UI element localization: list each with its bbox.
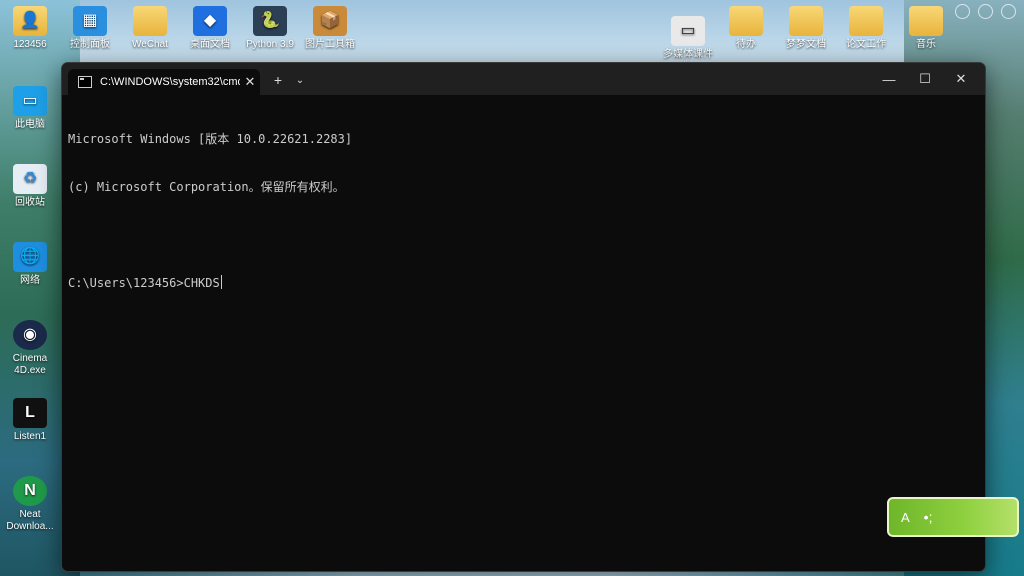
console-prompt-text: C:\Users\123456>CHKDS: [68, 276, 220, 290]
tab-title: C:\WINDOWS\system32\cmd: [100, 76, 240, 88]
desktop-icon-this-pc[interactable]: ▭ 此电脑: [2, 86, 58, 131]
new-tab-button[interactable]: +: [268, 69, 288, 91]
desktop-icon-control-panel[interactable]: ▦ 控制面板: [62, 6, 118, 51]
desktop-icon-label: Python 3.9: [246, 39, 294, 50]
tray-circle-icon[interactable]: [978, 4, 993, 19]
control-panel-icon: ▦: [73, 6, 107, 36]
desktop-icon-recycle-bin[interactable]: ♻ 回收站: [2, 164, 58, 209]
desktop-icon-label: WeChat: [132, 39, 168, 50]
desktop-icon-python[interactable]: 🐍 Python 3.9: [242, 6, 298, 51]
desktop-icon-dream-docs[interactable]: 梦梦文档: [778, 6, 834, 51]
desktop-icon-wechat[interactable]: WeChat: [122, 6, 178, 51]
desktop-icon-label: 图片工具箱: [305, 39, 355, 50]
tray-circle-icon[interactable]: [1001, 4, 1016, 19]
desktop-icon-user-folder[interactable]: 👤 123456: [2, 6, 58, 51]
desktop-icon-thesis[interactable]: 论文工作: [838, 6, 894, 51]
user-folder-icon: 👤: [13, 6, 47, 36]
title-bar[interactable]: C:\WINDOWS\system32\cmd ✕ + ⌄ — ☐ ✕: [62, 63, 985, 95]
desktop-icon-music[interactable]: 音乐: [898, 6, 954, 51]
neat-download-icon: N: [13, 476, 47, 506]
tray-icons: [955, 4, 1016, 19]
console-line: (c) Microsoft Corporation。保留所有权利。: [68, 180, 345, 194]
desktop-icon-neat-download[interactable]: N Neat Downloa...: [2, 476, 58, 533]
desktop-icon-listen1[interactable]: L Listen1: [2, 398, 58, 443]
recycle-bin-icon: ♻: [13, 164, 47, 194]
desktop-icon-label: 待办: [736, 39, 756, 50]
folder-icon: [909, 6, 943, 36]
close-button[interactable]: ✕: [943, 63, 979, 95]
desktop-icon-label: Cinema 4D.exe: [12, 353, 48, 376]
desktop-icon-label: 回收站: [15, 197, 45, 208]
text-cursor: [220, 275, 222, 289]
cmd-window[interactable]: C:\WINDOWS\system32\cmd ✕ + ⌄ — ☐ ✕ Micr…: [61, 62, 986, 572]
folder-icon: [729, 6, 763, 36]
console-line: Microsoft Windows [版本 10.0.22621.2283]: [68, 132, 353, 146]
console-prompt-line[interactable]: C:\Users\123456>CHKDS: [68, 275, 977, 291]
desktop-icon-label: 123456: [13, 39, 47, 50]
ime-punctuation: •;: [923, 509, 933, 525]
console-output[interactable]: Microsoft Windows [版本 10.0.22621.2283] (…: [68, 99, 977, 571]
listen1-icon: L: [13, 398, 47, 428]
terminal-icon: [78, 76, 92, 88]
media-icon: ▭: [671, 16, 705, 46]
cinema4d-icon: ◉: [13, 320, 47, 350]
network-icon: 🌐: [13, 242, 47, 272]
folder-icon: [133, 6, 167, 36]
minimize-button[interactable]: —: [871, 63, 907, 95]
tray-circle-icon[interactable]: [955, 4, 970, 19]
desktop-icon-label: 论文工作: [846, 39, 886, 50]
desktop-icon-label: 音乐: [916, 39, 936, 50]
desktop-icon-label: 网络: [20, 275, 40, 286]
desktop-icon-label: Neat Downloa...: [6, 509, 54, 532]
desktop-icon-todo[interactable]: 待办: [718, 6, 774, 51]
desktop-icon-toolbox[interactable]: 📦 图片工具箱: [302, 6, 358, 51]
folder-icon: [849, 6, 883, 36]
cube-icon: ◆: [193, 6, 227, 36]
python-icon: 🐍: [253, 6, 287, 36]
folder-icon: [789, 6, 823, 36]
maximize-button[interactable]: ☐: [907, 63, 943, 95]
desktop-icon-network[interactable]: 🌐 网络: [2, 242, 58, 287]
tab-close-button[interactable]: ✕: [240, 74, 260, 90]
desktop-icon-label: 控制面板: [70, 39, 110, 50]
desktop-icon-label: 梦梦文档: [786, 39, 826, 50]
toolbox-icon: 📦: [313, 6, 347, 36]
desktop-icon-label: 桌面文档: [190, 39, 230, 50]
ime-mode: A: [901, 509, 910, 525]
tab-cmd[interactable]: C:\WINDOWS\system32\cmd ✕: [68, 69, 260, 95]
desktop-icon-cinema4d[interactable]: ◉ Cinema 4D.exe: [2, 320, 58, 377]
desktop-icon-docs[interactable]: ◆ 桌面文档: [182, 6, 238, 51]
desktop-icon-label: Listen1: [13, 431, 47, 442]
computer-icon: ▭: [13, 86, 47, 116]
desktop-icon-label: 此电脑: [15, 119, 45, 130]
profile-dropdown-button[interactable]: ⌄: [290, 69, 310, 91]
ime-status-badge[interactable]: A •;: [887, 497, 1019, 537]
